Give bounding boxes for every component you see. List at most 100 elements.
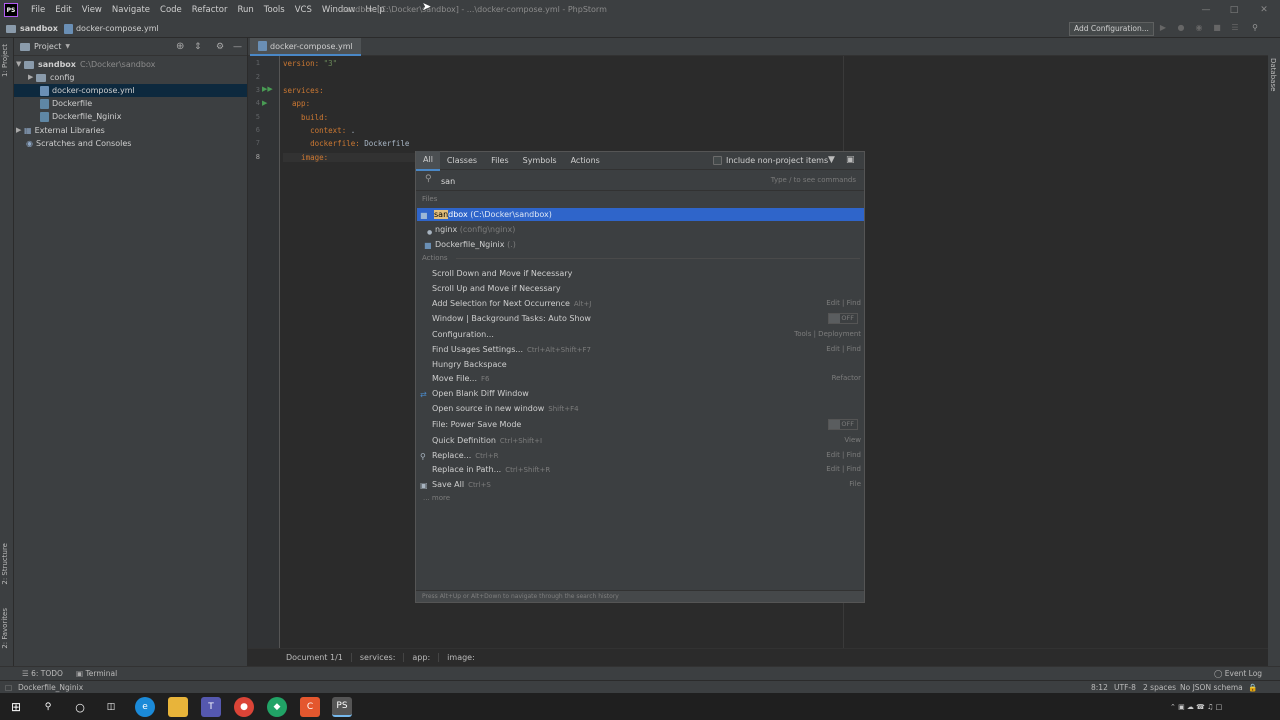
project-tool-tab[interactable]: 1: Project (1, 44, 9, 77)
power-save-toggle[interactable]: OFF (828, 419, 858, 430)
structure-tool-tab[interactable]: 2: Structure (1, 543, 9, 585)
action-item[interactable]: Hungry Backspace (417, 358, 864, 371)
maximize-icon[interactable]: □ (1218, 0, 1250, 20)
menu-vcs[interactable]: VCS (290, 0, 317, 20)
action-item[interactable]: Move File... F6 Refactor (417, 372, 864, 385)
breadcrumb-image[interactable]: image: (439, 653, 483, 662)
run-gutter-icon[interactable]: ▶▶ (262, 85, 273, 93)
chevron-right-icon[interactable]: ▶ (16, 124, 24, 137)
action-item[interactable]: Configuration... Tools | Deployment (417, 328, 864, 341)
project-view-selector[interactable]: Project (34, 42, 61, 51)
action-item[interactable]: ⇄ Open Blank Diff Window (417, 387, 864, 400)
add-configuration-button[interactable]: Add Configuration... (1069, 22, 1154, 36)
status-bar: □ Dockerfile_Nginix 8:12 UTF-8 2 spaces … (0, 680, 1280, 693)
app-icon[interactable]: C (300, 697, 320, 717)
nav-project-crumb[interactable]: sandbox (6, 24, 58, 33)
docker-file-icon (40, 98, 49, 109)
tree-item-sandbox[interactable]: ▼ sandbox C:\Docker\sandbox (16, 58, 247, 71)
right-tool-stripe: Database (1268, 38, 1280, 666)
cortana-icon[interactable]: ○ (70, 697, 90, 717)
menu-run[interactable]: Run (232, 0, 258, 20)
tree-item-scratches[interactable]: ◉ Scratches and Consoles (26, 137, 247, 150)
yaml-file-icon (63, 23, 73, 34)
close-icon[interactable]: ✕ (1248, 0, 1280, 20)
favorites-tool-tab[interactable]: 2: Favorites (1, 608, 9, 649)
database-tool-tab[interactable]: Database (1269, 58, 1277, 91)
open-in-window-icon[interactable]: ▣ (846, 155, 855, 165)
result-file-dockerfile-nginix[interactable]: ■ Dockerfile_Nginix (.) (417, 238, 864, 251)
teams-icon[interactable]: T (201, 697, 221, 717)
action-item[interactable]: Scroll Up and Move if Necessary (417, 282, 864, 295)
locate-icon[interactable]: ⊕ (176, 41, 184, 52)
action-item[interactable]: Quick Definition Ctrl+Shift+I View (417, 434, 864, 447)
action-item[interactable]: ⚲ Replace... Ctrl+R Edit | Find (417, 449, 864, 462)
file-explorer-icon[interactable] (168, 697, 188, 717)
menu-tools[interactable]: Tools (259, 0, 290, 20)
include-non-project-checkbox[interactable]: Include non-project items (713, 156, 828, 165)
tab-symbols[interactable]: Symbols (516, 152, 564, 170)
settings-icon[interactable]: ☰ (1230, 23, 1240, 33)
action-item[interactable]: Scroll Down and Move if Necessary (417, 267, 864, 280)
tab-classes[interactable]: Classes (440, 152, 484, 170)
phpstorm-taskbar-icon[interactable]: PS (332, 697, 352, 717)
chrome-icon[interactable]: ● (234, 697, 254, 717)
tab-docker-compose[interactable]: docker-compose.yml (250, 38, 361, 56)
tree-item-docker-compose[interactable]: docker-compose.yml (14, 84, 247, 97)
task-view-icon[interactable]: ◫ (101, 697, 121, 717)
collapse-icon[interactable]: ⇕ (194, 42, 202, 52)
popup-footer-hint: Press Alt+Up or Alt+Down to navigate thr… (416, 590, 864, 602)
search-icon[interactable]: ⚲ (38, 697, 58, 717)
windows-start-icon[interactable]: ⊞ (6, 697, 26, 717)
menu-refactor[interactable]: Refactor (187, 0, 233, 20)
run-icon[interactable]: ▶ (1158, 23, 1168, 33)
breadcrumb-document[interactable]: Document 1/1 (278, 653, 352, 662)
menu-edit[interactable]: Edit (50, 0, 76, 20)
checkbox[interactable] (713, 156, 722, 165)
action-item[interactable]: Add Selection for Next Occurrence Alt+J Ed… (417, 297, 864, 310)
system-tray[interactable]: ⌃ ▣ ☁ ☎ ♫ □ (1170, 697, 1260, 717)
action-item[interactable]: Open source in new window Shift+F4 (417, 402, 864, 415)
tree-item-dockerfile[interactable]: Dockerfile (40, 97, 247, 110)
tab-actions[interactable]: Actions (564, 152, 607, 170)
search-icon[interactable]: ⚲ (1250, 23, 1260, 33)
result-file-sandbox[interactable]: ■ sandbox (C:\Docker\sandbox) (417, 208, 864, 221)
breadcrumb-services[interactable]: services: (352, 653, 405, 662)
hide-panel-icon[interactable]: — (233, 42, 242, 52)
menu-view[interactable]: View (77, 0, 107, 20)
tab-files[interactable]: Files (484, 152, 516, 170)
run-gutter-icon[interactable]: ▶ (262, 99, 267, 107)
search-input[interactable] (441, 175, 741, 187)
tree-item-dockerfile-nginix[interactable]: Dockerfile_Nginix (40, 110, 247, 123)
action-item[interactable]: Replace in Path... Ctrl+Shift+R Edit | Fin… (417, 463, 864, 476)
terminal-tool-tab[interactable]: ▣ Terminal (76, 667, 117, 681)
chevron-right-icon[interactable]: ▶ (28, 71, 36, 84)
action-item[interactable]: Window | Background Tasks: Auto Show OFF (417, 312, 864, 325)
event-log-tab[interactable]: ◯ Event Log (1214, 667, 1262, 681)
tree-item-external-libraries[interactable]: ▶ ▦ External Libraries (16, 124, 247, 137)
gear-icon[interactable]: ⚙ (216, 42, 224, 52)
action-item[interactable]: ▣ Save All Ctrl+S File (417, 478, 864, 491)
more-results-link[interactable]: ... more (417, 492, 864, 505)
tab-all[interactable]: All (416, 150, 440, 171)
menu-file[interactable]: File (26, 0, 50, 20)
action-item[interactable]: File: Power Save Mode OFF (417, 418, 864, 431)
menu-navigate[interactable]: Navigate (107, 0, 155, 20)
result-file-nginx[interactable]: ● nginx (config\nginx) (417, 223, 864, 236)
breadcrumb-app[interactable]: app: (404, 653, 440, 662)
stop-icon[interactable]: ■ (1212, 23, 1222, 33)
debug-icon[interactable]: ● (1176, 23, 1186, 33)
menu-code[interactable]: Code (155, 0, 187, 20)
chevron-down-icon[interactable]: ▼ (65, 43, 70, 50)
filter-icon[interactable]: ▼ (828, 155, 835, 165)
line-number: 2 (255, 73, 260, 81)
action-item[interactable]: Find Usages Settings... Ctrl+Alt+Shift+F7… (417, 343, 864, 356)
chevron-down-icon[interactable]: ▼ (16, 58, 24, 71)
todo-tool-tab[interactable]: ☰ 6: TODO (22, 667, 63, 681)
app-icon[interactable]: ◆ (267, 697, 287, 717)
auto-show-toggle[interactable]: OFF (828, 313, 858, 324)
coverage-icon[interactable]: ◉ (1194, 23, 1204, 33)
project-panel-header: Project ▼ ⊕ ⇕ ⚙ — (14, 38, 247, 56)
edge-icon[interactable]: e (135, 697, 155, 717)
nav-file-crumb[interactable]: docker-compose.yml (63, 23, 159, 34)
tree-item-config[interactable]: ▶ config (28, 71, 247, 84)
